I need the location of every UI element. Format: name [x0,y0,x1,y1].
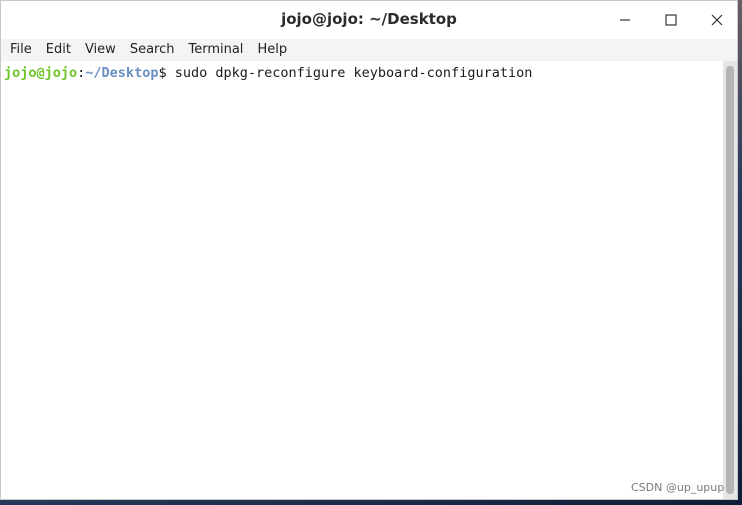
close-button[interactable] [702,7,732,33]
command-text: sudo dpkg-reconfigure keyboard-configura… [174,65,533,81]
title-bar[interactable]: jojo@jojo: ~/Desktop [1,1,737,39]
menu-search[interactable]: Search [123,39,182,61]
close-icon [711,14,723,26]
menu-edit[interactable]: Edit [39,39,78,61]
scrollbar-thumb[interactable] [726,66,734,494]
minimize-icon [620,19,630,21]
terminal-window: jojo@jojo: ~/Desktop File Edit View Sear… [0,0,738,500]
menu-help[interactable]: Help [250,39,294,61]
terminal-area[interactable]: jojo@jojo:~/Desktop$ sudo dpkg-reconfigu… [1,61,723,499]
prompt-symbol: $ [158,65,175,81]
menu-terminal[interactable]: Terminal [181,39,250,61]
minimize-button[interactable] [610,7,640,33]
menu-bar: File Edit View Search Terminal Help [1,39,737,61]
maximize-icon [665,14,677,26]
menu-file[interactable]: File [1,39,39,61]
watermark-text: CSDN @up_upup [631,481,725,494]
menu-view[interactable]: View [78,39,123,61]
maximize-button[interactable] [656,7,686,33]
vertical-scrollbar[interactable] [723,61,737,499]
prompt-user: jojo@jojo [4,65,78,81]
prompt-path: ~/Desktop [85,65,159,81]
